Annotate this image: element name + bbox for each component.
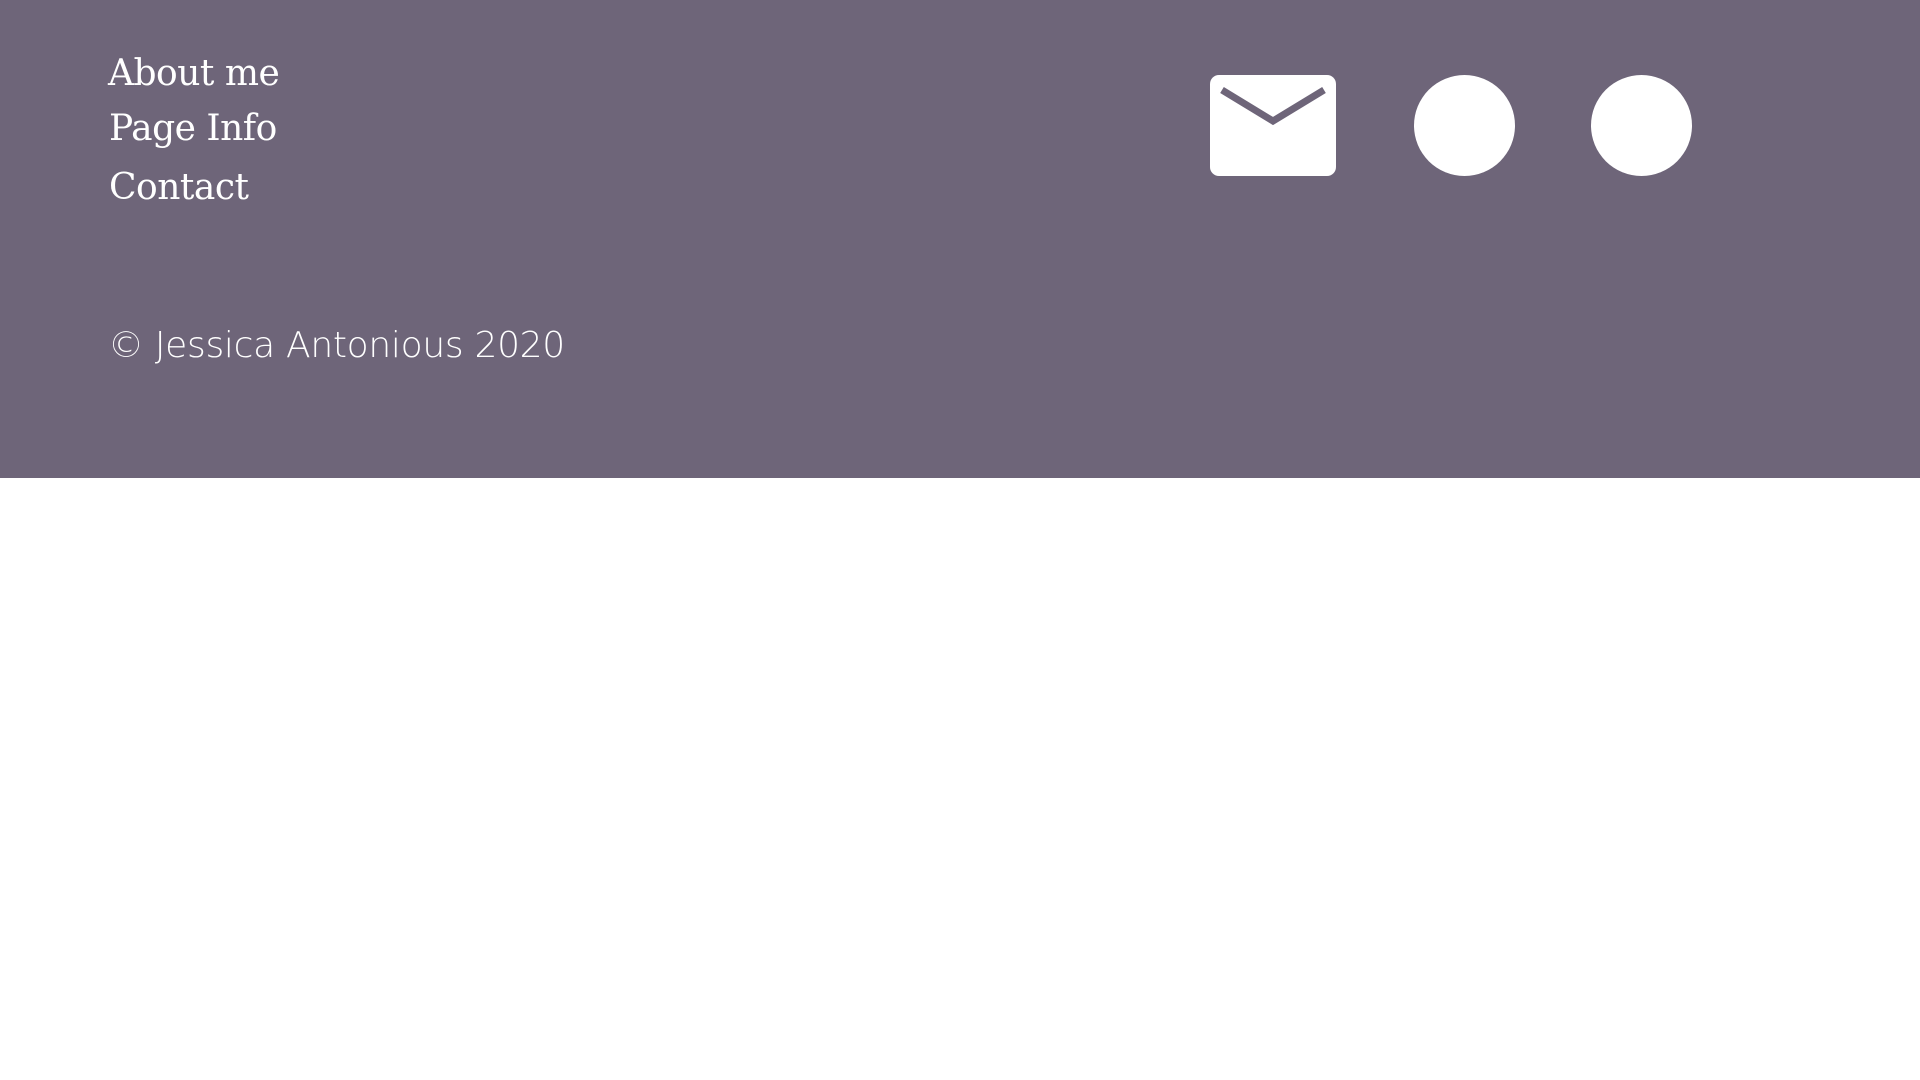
copyright-text: © Jessica Antonious 2020 (108, 325, 565, 366)
social-circle-icon (1414, 75, 1515, 176)
footer: About me Page Info Contact © Jessica Ant… (0, 0, 1920, 478)
social-link-1[interactable] (1414, 75, 1515, 176)
email-icon-link[interactable] (1210, 75, 1336, 176)
nav-link-about-me[interactable]: About me (108, 52, 280, 96)
envelope-icon (1210, 75, 1336, 176)
nav-link-page-info[interactable]: Page Info (109, 107, 277, 151)
social-circle-icon (1591, 75, 1692, 176)
nav-link-contact[interactable]: Contact (109, 166, 249, 210)
social-link-2[interactable] (1591, 75, 1692, 176)
